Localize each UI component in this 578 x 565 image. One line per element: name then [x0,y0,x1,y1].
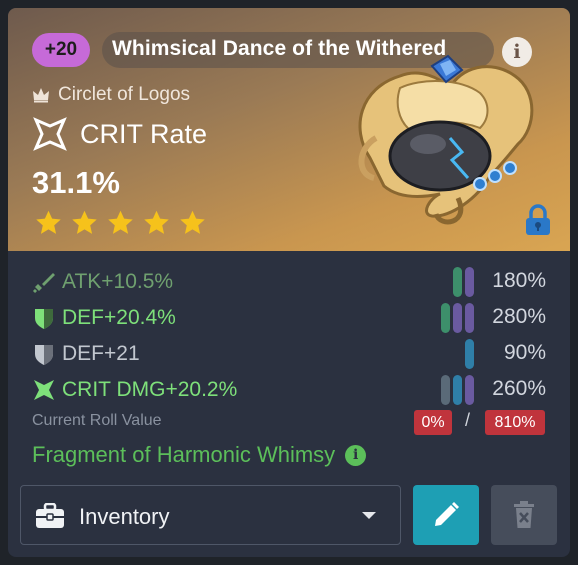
roll-value-label: Current Roll Value [32,412,162,429]
rarity-stars [34,209,207,237]
substat-label: DEF+20.4% [62,306,176,329]
shield-icon [35,345,53,365]
star-icon [108,210,133,234]
roll-bar [453,375,462,405]
main-stat-row: CRIT Rate [32,116,207,152]
substat-percent: 260% [492,377,546,400]
fragment-info-icon[interactable]: i [345,444,367,466]
roll-bar [453,267,462,297]
star-icon [72,210,97,234]
substat-row: CRIT DMG+20.2% 260% [32,375,546,405]
substat-row: DEF+21 90% [32,339,546,369]
substat-percent: 180% [492,269,546,292]
main-stat-value: 31.1% [32,165,120,200]
crown-icon [33,88,49,103]
star-icon [180,210,205,234]
substat-row: DEF+20.4% 280% [32,303,546,333]
level-badge: +20 [32,33,90,67]
shield-icon [35,309,53,329]
star-icon [36,210,61,234]
artifact-header: +20 Whimsical Dance of the Withered i Ci… [8,8,570,251]
substat-percent: 90% [503,341,546,364]
chevron-down-icon [362,512,376,519]
location-selected: Inventory [79,504,170,529]
substat-label: ATK+10.5% [62,270,174,293]
roll-bar [453,303,462,333]
pencil-icon [435,502,459,526]
crit-icon [34,380,54,400]
edit-button[interactable] [413,485,479,545]
lock-icon[interactable] [525,204,551,236]
substat-percent: 280% [492,305,546,328]
crit-rate-icon [33,117,67,151]
roll-separator: / [465,410,471,430]
artifact-card: +20 Whimsical Dance of the Withered i Ci… [8,8,570,557]
slot-name: Circlet of Logos [58,84,191,105]
current-roll-badge: 0% [414,410,452,435]
location-dropdown[interactable]: Inventory [20,485,401,545]
delete-button[interactable] [491,485,557,545]
briefcase-icon [36,503,64,528]
substat-label: DEF+21 [62,342,140,365]
artifact-image [358,54,534,225]
max-roll-badge: 810% [485,410,545,435]
sword-icon [32,273,55,294]
roll-bar [441,375,450,405]
trash-icon [514,501,534,528]
main-stat-name: CRIT Rate [80,118,208,149]
fragment-row: Fragment of Harmonic Whimsy i [32,442,367,468]
substat-row: ATK+10.5% 180% [32,267,546,297]
roll-bar [441,303,450,333]
fragment-name: Fragment of Harmonic Whimsy [32,442,336,467]
star-icon [144,210,169,234]
slot-row: Circlet of Logos [32,84,190,106]
substat-label: CRIT DMG+20.2% [62,378,238,401]
